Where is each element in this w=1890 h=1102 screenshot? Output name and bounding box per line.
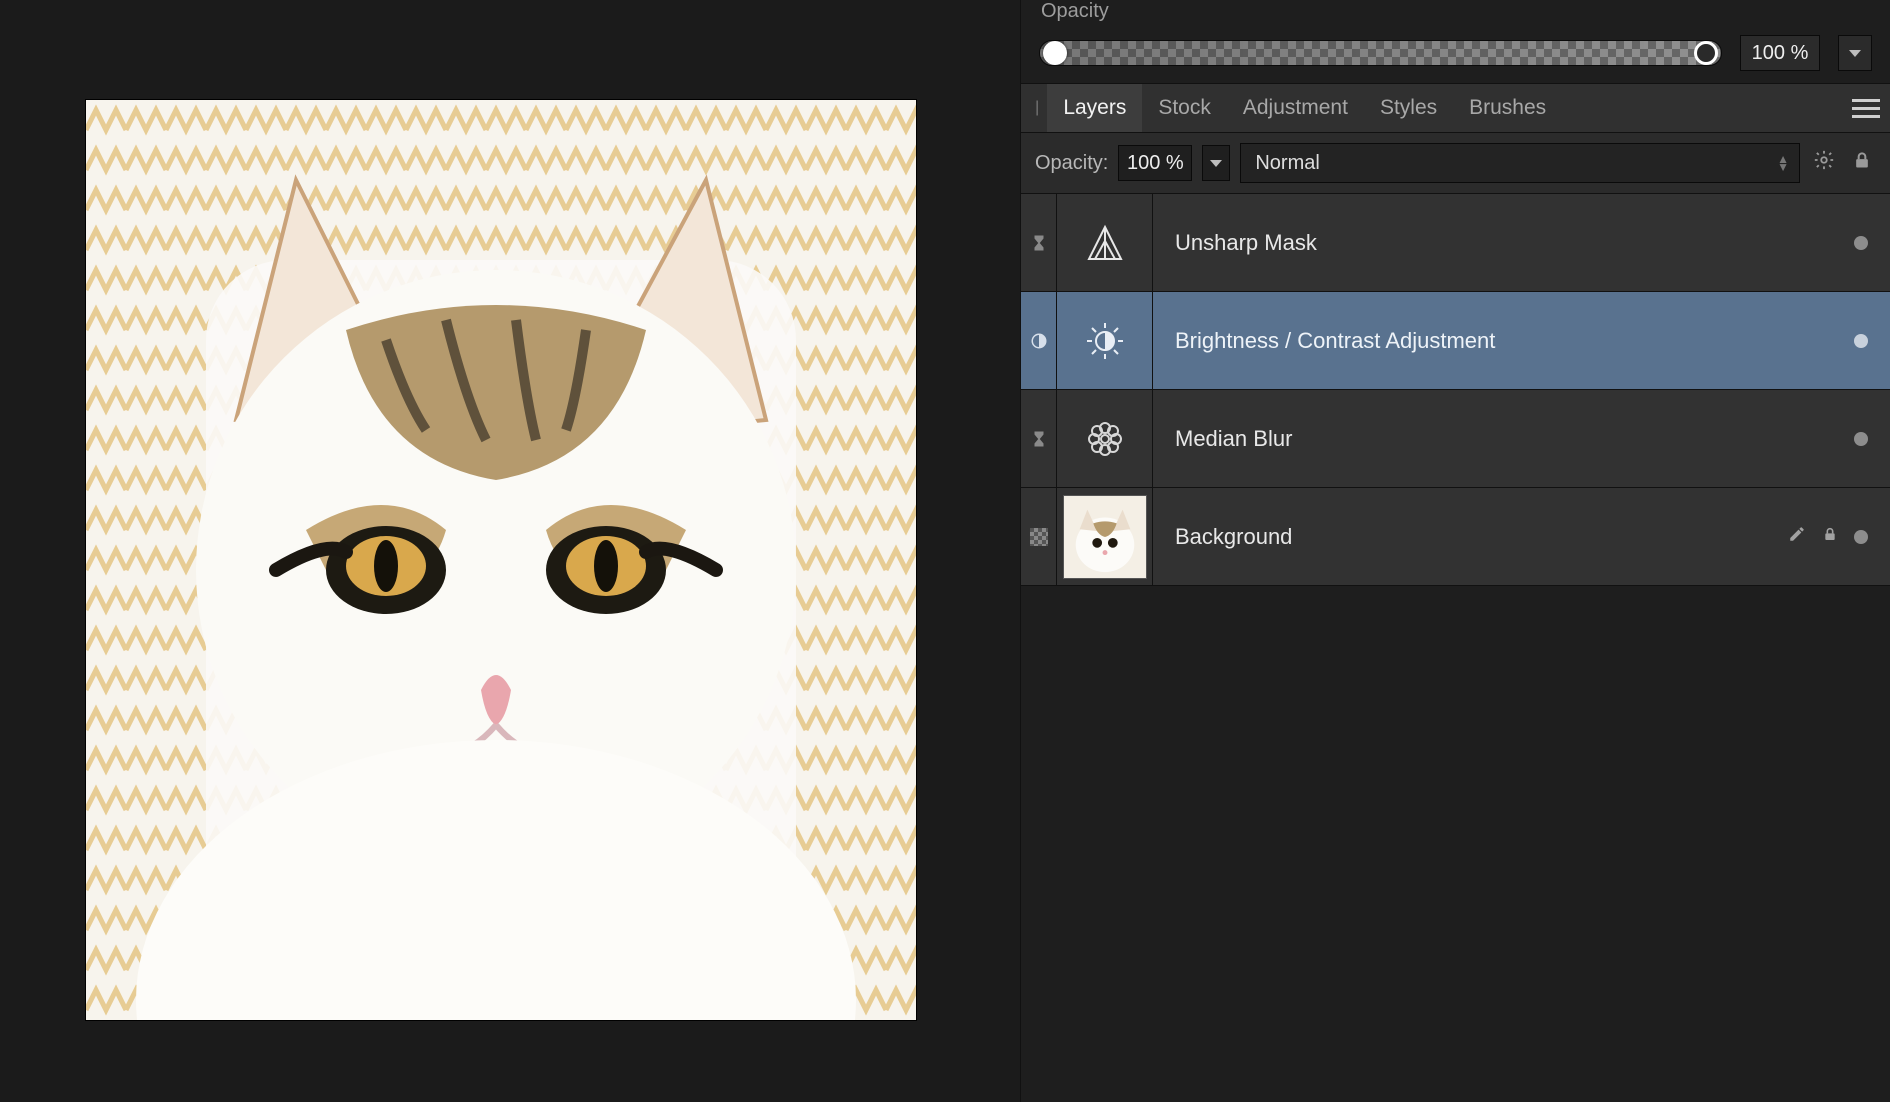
layer-row-unsharp-mask[interactable]: Unsharp Mask (1021, 194, 1890, 292)
transparency-checker-icon (1030, 528, 1048, 546)
layer-thumbnail[interactable] (1057, 292, 1153, 389)
blend-mode-select[interactable]: Normal ▲▼ (1240, 143, 1800, 183)
stepper-updown-icon: ▲▼ (1777, 155, 1789, 171)
image-thumb-icon (1063, 495, 1147, 579)
blend-mode-value: Normal (1255, 152, 1319, 175)
opacity-value-input[interactable]: 100 % (1740, 35, 1820, 71)
layer-thumbnail[interactable] (1057, 390, 1153, 487)
tab-stock[interactable]: Stock (1142, 84, 1227, 132)
visibility-dot-icon[interactable] (1854, 334, 1868, 348)
opacity-dropdown-button[interactable] (1838, 35, 1872, 71)
layer-options-row: Opacity: 100 % Normal ▲▼ (1021, 133, 1890, 194)
layer-row-brightness-contrast[interactable]: Brightness / Contrast Adjustment (1021, 292, 1890, 390)
layer-name[interactable]: Background (1153, 488, 1788, 585)
visibility-dot-icon[interactable] (1854, 530, 1868, 544)
lock-icon[interactable] (1848, 150, 1876, 176)
chevron-down-icon (1849, 50, 1861, 57)
hamburger-line-icon (1852, 107, 1880, 110)
layer-opacity-dropdown[interactable] (1202, 145, 1230, 181)
panel-menu-button[interactable] (1852, 94, 1880, 122)
layer-name[interactable]: Unsharp Mask (1153, 194, 1854, 291)
brightness-icon (1085, 321, 1125, 361)
layer-type-indicator[interactable] (1021, 292, 1057, 389)
visibility-dot-icon[interactable] (1854, 432, 1868, 446)
tab-adjustment[interactable]: Adjustment (1227, 84, 1364, 132)
layer-opacity-label: Opacity: (1035, 152, 1108, 175)
tab-brushes[interactable]: Brushes (1453, 84, 1562, 132)
gear-icon[interactable] (1810, 149, 1838, 177)
layer-thumbnail[interactable] (1057, 194, 1153, 291)
layer-name[interactable]: Median Blur (1153, 390, 1854, 487)
layer-row-background[interactable]: Background (1021, 488, 1890, 586)
flower-icon (1085, 419, 1125, 459)
layer-row-median-blur[interactable]: Median Blur (1021, 390, 1890, 488)
layer-type-indicator[interactable] (1021, 390, 1057, 487)
opacity-slider[interactable] (1039, 40, 1722, 66)
layer-type-indicator[interactable] (1021, 194, 1057, 291)
layers-list: Unsharp Mask (1021, 194, 1890, 586)
cat-placeholder-icon (86, 100, 916, 1020)
pencil-icon[interactable] (1788, 525, 1806, 548)
lock-icon[interactable] (1822, 526, 1838, 547)
hourglass-icon (1030, 430, 1048, 448)
hamburger-line-icon (1852, 115, 1880, 118)
layer-type-indicator[interactable] (1021, 488, 1057, 585)
layer-opacity-input[interactable]: 100 % (1118, 145, 1192, 181)
tab-styles[interactable]: Styles (1364, 84, 1453, 132)
hourglass-icon (1030, 234, 1048, 252)
side-panel: Opacity 100 % || Layers Stock Adjustment… (1020, 0, 1890, 1102)
visibility-dot-icon[interactable] (1854, 236, 1868, 250)
layer-name[interactable]: Brightness / Contrast Adjustment (1153, 292, 1854, 389)
canvas-image[interactable] (86, 100, 916, 1020)
opacity-section-title: Opacity (1039, 0, 1872, 35)
layer-thumbnail[interactable] (1057, 488, 1153, 585)
slider-min-knob-icon[interactable] (1043, 41, 1067, 65)
canvas-area[interactable] (0, 0, 1020, 1102)
triangle-icon (1085, 223, 1125, 263)
tab-layers[interactable]: Layers (1047, 84, 1142, 132)
chevron-down-icon (1210, 160, 1222, 167)
hamburger-line-icon (1852, 99, 1880, 102)
panel-tabs: || Layers Stock Adjustment Styles Brushe… (1021, 83, 1890, 133)
opacity-section: Opacity 100 % (1021, 0, 1890, 83)
half-circle-icon (1030, 332, 1048, 350)
slider-max-knob-icon[interactable] (1694, 41, 1718, 65)
